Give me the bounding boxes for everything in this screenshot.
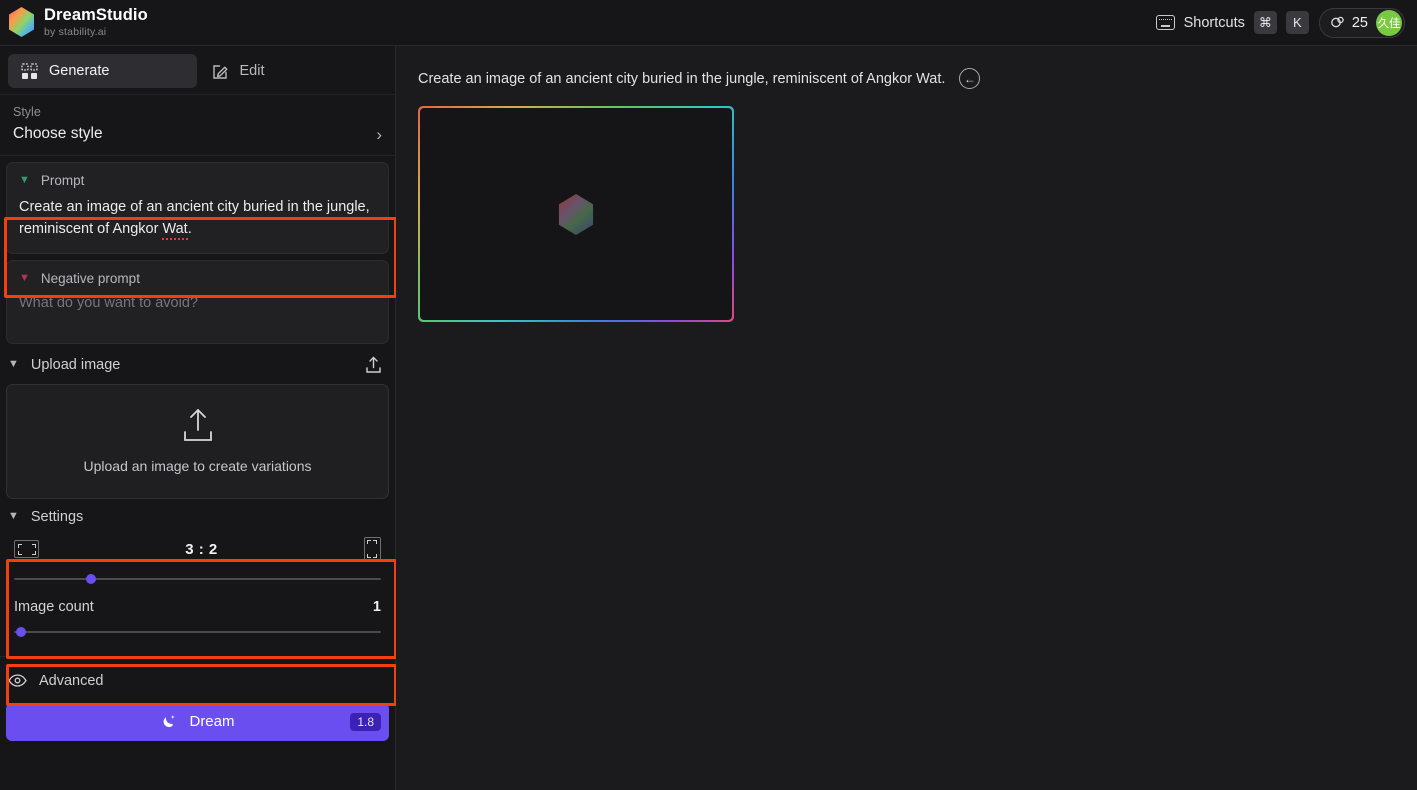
generation-header: Create an image of an ancient city burie… (418, 68, 1417, 89)
mode-tabs: Generate Edit (0, 46, 395, 95)
upload-icon (183, 409, 212, 441)
aspect-ratio-row: 3 : 2 (0, 525, 395, 562)
generation-card-inner (420, 108, 732, 320)
pencil-square-icon (212, 64, 227, 79)
dreamstudio-app: DreamStudio by stability.ai Shortcuts ⌘ … (0, 0, 1417, 790)
top-bar: DreamStudio by stability.ai Shortcuts ⌘ … (0, 0, 1417, 46)
key-command[interactable]: ⌘ (1253, 11, 1277, 34)
image-count-row: Image count 1 (0, 599, 395, 615)
upload-title: Upload image (30, 356, 121, 373)
brand-subtitle: by stability.ai (44, 25, 107, 38)
generation-card[interactable] (418, 106, 734, 322)
negative-prompt-header: ▼ Negative prompt (19, 271, 376, 286)
aspect-ratio-value: 3 : 2 (185, 540, 218, 558)
negative-prompt-section[interactable]: ▼ Negative prompt What do you want to av… (6, 259, 389, 344)
chevron-down-icon[interactable]: ▼ (8, 511, 19, 522)
brand-name: DreamStudio (44, 6, 148, 25)
brand-logo-area[interactable]: DreamStudio by stability.ai (8, 6, 148, 38)
moon-sparkle-icon (164, 715, 176, 728)
dream-button[interactable]: Dream 1.8 (6, 702, 389, 741)
style-section: Style Choose style › (0, 95, 395, 156)
image-count-slider-track (14, 630, 381, 633)
aspect-ratio-slider[interactable] (14, 571, 381, 587)
chevron-right-icon: › (376, 124, 382, 144)
image-count-value: 1 (372, 598, 381, 615)
upload-icon[interactable] (365, 356, 382, 374)
advanced-label: Advanced (39, 672, 104, 689)
circle-arrow-left-icon[interactable]: ← (959, 68, 981, 89)
advanced-toggle[interactable]: Advanced (0, 655, 395, 703)
tab-generate-label: Generate (49, 63, 110, 79)
prompt-misspelled-word: Wat (162, 220, 188, 240)
image-count-label: Image count (14, 598, 94, 615)
app-body: Generate Edit Style Choose style › ▼ Pro… (0, 46, 1417, 790)
credits-value: 25 (1351, 14, 1368, 31)
aspect-ratio-slider-thumb[interactable] (86, 573, 97, 584)
shortcuts-button[interactable]: Shortcuts ⌘ K (1155, 11, 1309, 34)
tab-edit-label: Edit (239, 63, 265, 79)
main-canvas: Create an image of an ancient city burie… (396, 46, 1417, 790)
upload-dropzone-label: Upload an image to create variations (83, 458, 312, 474)
eye-icon (8, 674, 27, 687)
dream-cost-badge: 1.8 (350, 712, 381, 731)
prompt-text-before: Create an image of an ancient city burie… (19, 199, 370, 237)
prompt-section[interactable]: ▼ Prompt Create an image of an ancient c… (6, 162, 389, 254)
credits-coin-icon (1331, 16, 1344, 28)
settings-header[interactable]: ▼ Settings (0, 509, 395, 525)
upload-header-left[interactable]: ▼ Upload image (8, 357, 120, 373)
style-value: Choose style (13, 125, 103, 142)
dream-button-wrapper: Dream 1.8 (0, 702, 395, 749)
negative-prompt-input[interactable]: What do you want to avoid? (19, 295, 376, 311)
chevron-down-icon[interactable]: ▼ (19, 272, 30, 284)
chevron-down-icon[interactable]: ▼ (19, 175, 30, 186)
crop-portrait-icon[interactable] (363, 536, 381, 562)
hexagon-gradient-loader (558, 193, 594, 235)
tab-generate[interactable]: Generate (8, 54, 197, 88)
grid-squares-icon (21, 62, 38, 79)
image-count-section: Image count 1 (0, 587, 395, 640)
credits-pill[interactable]: 25 久佳 (1318, 7, 1405, 38)
image-count-slider[interactable] (14, 624, 381, 640)
upload-dropzone[interactable]: Upload an image to create variations (6, 383, 389, 499)
choose-style-button[interactable]: Choose style › (13, 125, 382, 143)
dream-label: Dream (189, 713, 235, 730)
tab-edit[interactable]: Edit (199, 54, 388, 88)
chevron-down-icon[interactable]: ▼ (8, 359, 19, 370)
style-label: Style (13, 105, 41, 119)
left-sidebar: Generate Edit Style Choose style › ▼ Pro… (0, 46, 397, 790)
prompt-title: Prompt (40, 173, 85, 188)
settings-title: Settings (30, 508, 84, 525)
aspect-ratio-slider-track (14, 577, 381, 580)
prompt-text-after: . (187, 220, 192, 237)
keyboard-icon (1155, 15, 1175, 30)
hexagon-gradient-logo (9, 7, 34, 38)
image-count-slider-thumb[interactable] (16, 626, 27, 637)
crop-landscape-icon[interactable] (14, 540, 39, 558)
shortcuts-label: Shortcuts (1183, 14, 1245, 31)
key-letter-k[interactable]: K (1285, 11, 1309, 34)
top-bar-right: Shortcuts ⌘ K 25 久佳 (1155, 7, 1405, 38)
settings-section: ▼ Settings 3 : 2 (0, 499, 395, 587)
generation-prompt-heading: Create an image of an ancient city burie… (418, 70, 946, 87)
prompt-input[interactable]: Create an image of an ancient city burie… (19, 197, 376, 241)
upload-header: ▼ Upload image (0, 344, 395, 384)
avatar[interactable]: 久佳 (1376, 9, 1402, 36)
negative-prompt-title: Negative prompt (40, 270, 140, 286)
prompt-header: ▼ Prompt (19, 173, 376, 188)
